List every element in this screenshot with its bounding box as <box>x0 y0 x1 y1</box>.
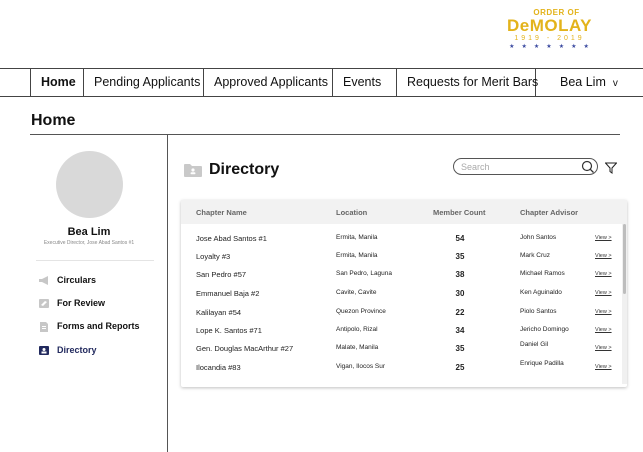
column-header-chapter-name: Chapter Name <box>196 208 247 217</box>
cell-location: Vigan, Ilocos Sur <box>336 363 386 370</box>
cell-chapter-advisor: Ken Aguinaldo <box>520 289 562 296</box>
cell-member-count: 25 <box>455 363 465 372</box>
cell-chapter-advisor: Mark Cruz <box>520 252 550 259</box>
view-link[interactable]: View > <box>595 253 612 259</box>
cell-member-count: 34 <box>455 326 465 335</box>
user-menu[interactable]: Bea Lim v <box>536 69 618 96</box>
cell-location: Cavite, Cavite <box>336 289 377 296</box>
table-header: Chapter Name Location Member Count Chapt… <box>181 200 627 224</box>
table-row: San Pedro #57 San Pedro, Laguna 38 Micha… <box>181 266 621 284</box>
avatar <box>56 151 123 218</box>
filter-icon[interactable] <box>604 161 618 174</box>
directory-table: Chapter Name Location Member Count Chapt… <box>181 200 627 387</box>
cell-member-count: 54 <box>455 234 465 243</box>
cell-chapter-name: Ilocandia #83 <box>196 363 241 372</box>
cell-chapter-advisor: Daniel Gil <box>520 341 549 348</box>
sidebar-item-label: Directory <box>57 345 97 355</box>
search-input[interactable] <box>461 160 571 173</box>
table-row: Lope K. Santos #71 Antipolo, Rizal 34 Je… <box>181 322 621 340</box>
cell-member-count: 35 <box>455 252 465 261</box>
folder-icon <box>184 163 202 177</box>
cell-chapter-advisor: Piolo Santos <box>520 308 557 315</box>
table-row: Kalilayan #54 Quezon Province 22 Piolo S… <box>181 304 621 322</box>
nav-spacer <box>0 69 31 96</box>
column-header-location: Location <box>336 208 368 217</box>
nav-item-events[interactable]: Events <box>333 69 397 96</box>
cell-location: Ermita, Manila <box>336 234 378 241</box>
nav-item-requests-merit-bars[interactable]: Requests for Merit Bars <box>397 69 538 96</box>
logo-line-demolay: DeMOLAY <box>506 16 593 35</box>
search-icon[interactable] <box>581 160 595 174</box>
megaphone-icon <box>39 275 50 285</box>
document-icon <box>39 321 50 332</box>
cell-location: San Pedro, Laguna <box>336 270 393 277</box>
cell-chapter-advisor: Jericho Domingo <box>520 326 569 333</box>
sidebar-item-directory[interactable]: Directory <box>39 343 97 357</box>
view-link[interactable]: View > <box>595 309 612 315</box>
page-title: Home <box>31 112 76 129</box>
view-link[interactable]: View > <box>595 290 612 296</box>
cell-chapter-name: Jose Abad Santos #1 <box>196 234 267 243</box>
cell-chapter-name: Loyalty #3 <box>196 252 231 261</box>
title-divider <box>30 134 620 135</box>
nav-item-approved-applicants[interactable]: Approved Applicants <box>204 69 333 96</box>
table-row: Jose Abad Santos #1 Ermita, Manila 54 Jo… <box>181 230 621 248</box>
user-menu-label: Bea Lim <box>560 75 606 89</box>
cell-chapter-name: Emmanuel Baja #2 <box>196 289 260 298</box>
table-row: Emmanuel Baja #2 Cavite, Cavite 30 Ken A… <box>181 285 621 303</box>
view-link[interactable]: View > <box>595 235 612 241</box>
column-header-member-count: Member Count <box>433 208 486 217</box>
column-header-chapter-advisor: Chapter Advisor <box>520 208 579 217</box>
view-link[interactable]: View > <box>595 271 612 277</box>
profile-name: Bea Lim <box>67 226 111 238</box>
profile-role: Executive Director, Jose Abad Santos #1 <box>43 240 135 246</box>
view-link[interactable]: View > <box>595 345 612 351</box>
cell-member-count: 38 <box>455 270 465 279</box>
table-row: Gen. Douglas MacArthur #27 Malate, Manil… <box>181 340 621 358</box>
search-box <box>453 158 598 175</box>
view-link[interactable]: View > <box>595 327 612 333</box>
logo-stars: ★★★★★★★ <box>509 44 596 50</box>
demolay-logo: ORDER OF DeMOLAY 1919 - 2019 ★★★★★★★ <box>492 8 607 54</box>
sidebar-item-circulars[interactable]: Circulars <box>39 273 96 287</box>
cell-member-count: 35 <box>455 344 465 353</box>
cell-chapter-name: Lope K. Santos #71 <box>196 326 262 335</box>
cell-location: Malate, Manila <box>336 344 379 351</box>
nav-item-home[interactable]: Home <box>31 69 84 96</box>
logo-line-years: 1919 - 2019 <box>514 35 585 42</box>
nav-item-pending-applicants[interactable]: Pending Applicants <box>84 69 204 96</box>
directory-title: Directory <box>209 161 280 178</box>
chevron-down-icon: v <box>612 78 618 89</box>
cell-member-count: 30 <box>455 289 465 298</box>
cell-chapter-advisor: John Santos <box>520 234 557 241</box>
cell-chapter-name: Gen. Douglas MacArthur #27 <box>196 344 294 353</box>
review-icon <box>39 298 50 308</box>
cell-chapter-name: San Pedro #57 <box>196 270 247 279</box>
sidebar-item-for-review[interactable]: For Review <box>39 296 105 310</box>
sidebar-divider <box>167 135 168 452</box>
table-row: Ilocandia #83 Vigan, Ilocos Sur 25 Enriq… <box>181 359 621 377</box>
top-navigation: Home Pending Applicants Approved Applica… <box>0 68 643 97</box>
directory-icon <box>39 345 50 355</box>
cell-member-count: 22 <box>455 308 465 317</box>
sidebar-item-label: Circulars <box>57 275 97 285</box>
cell-chapter-name: Kalilayan #54 <box>196 308 242 317</box>
sidebar-item-forms-and-reports[interactable]: Forms and Reports <box>39 319 140 333</box>
cell-location: Ermita, Manila <box>336 252 378 259</box>
cell-chapter-advisor: Enrique Padilla <box>520 360 564 367</box>
directory-header: Directory <box>184 161 279 179</box>
view-link[interactable]: View > <box>595 364 612 370</box>
sidebar-rule <box>36 260 154 261</box>
table-row: Loyalty #3 Ermita, Manila 35 Mark Cruz V… <box>181 248 621 266</box>
sidebar-item-label: For Review <box>57 298 106 308</box>
scrollbar-thumb[interactable] <box>623 224 626 294</box>
cell-location: Quezon Province <box>336 308 386 315</box>
cell-location: Antipolo, Rizal <box>336 326 378 333</box>
cell-chapter-advisor: Michael Ramos <box>520 270 565 277</box>
sidebar-item-label: Forms and Reports <box>57 321 140 331</box>
